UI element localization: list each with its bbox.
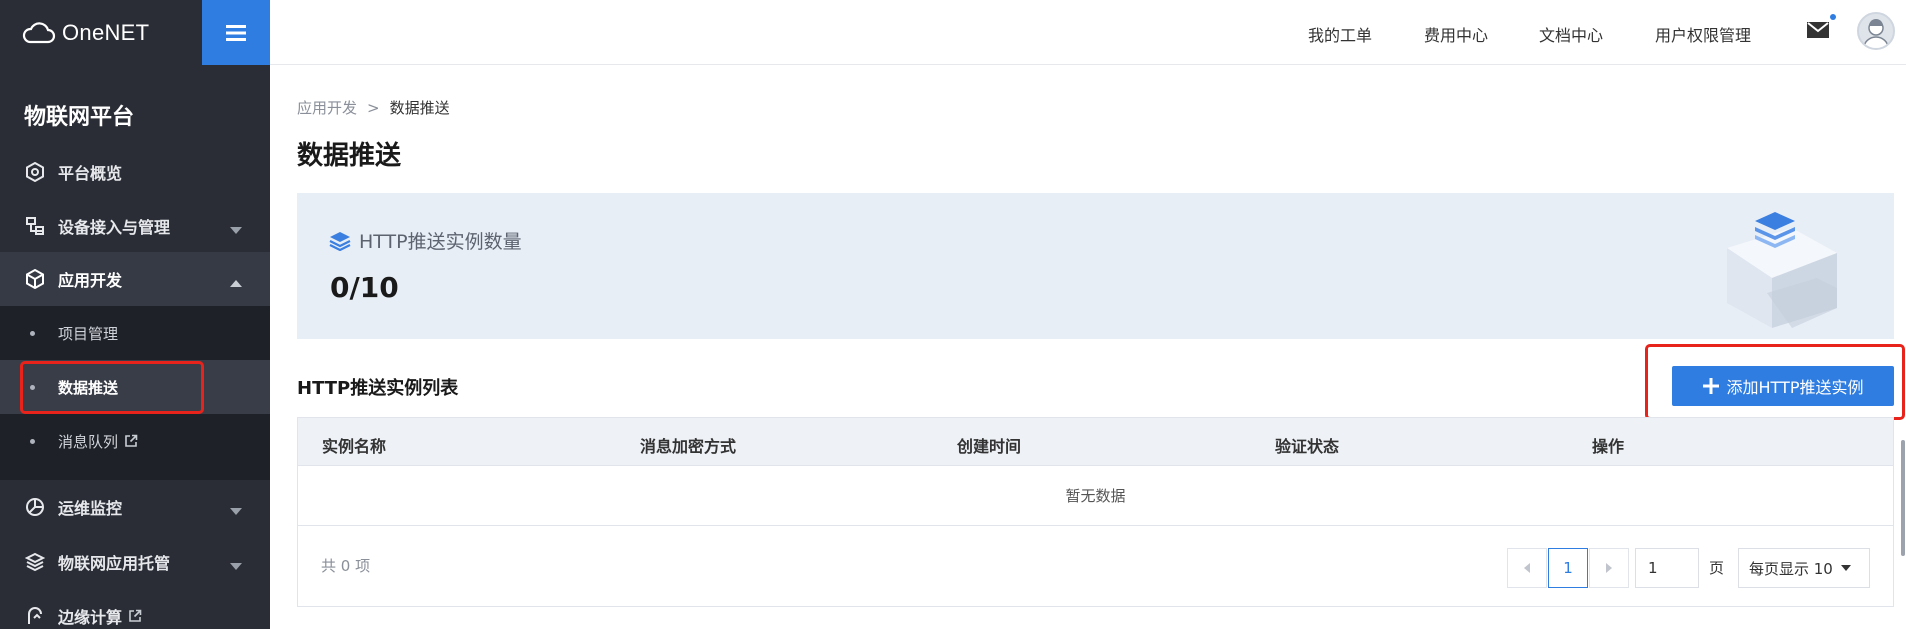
- add-button-label: 添加HTTP推送实例: [1726, 378, 1864, 397]
- sidebar-item-label: 应用开发: [58, 271, 123, 290]
- total-count: 共 0 项: [321, 557, 371, 575]
- header-link-billing[interactable]: 费用中心: [1424, 22, 1488, 46]
- chevron-right-icon: [1605, 563, 1613, 573]
- column-header-created-time: 创建时间: [957, 437, 1022, 456]
- chevron-down-icon: [230, 556, 242, 575]
- platform-overview-icon: [24, 161, 46, 183]
- page-size-value: 每页显示 10: [1749, 559, 1833, 578]
- mail-icon[interactable]: [1805, 19, 1831, 43]
- next-page-button[interactable]: [1589, 548, 1629, 588]
- sidebar-item-label: 边缘计算: [58, 608, 123, 627]
- sidebar-item-app-dev[interactable]: 应用开发: [0, 252, 270, 306]
- page-jump-input[interactable]: [1635, 548, 1699, 588]
- sidebar-item-device-access[interactable]: 设备接入与管理: [0, 199, 270, 253]
- logo[interactable]: OneNET: [0, 0, 202, 65]
- sidebar-subitem-message-queue[interactable]: 消息队列: [0, 414, 270, 468]
- header-link-tickets[interactable]: 我的工单: [1308, 22, 1372, 46]
- hosting-icon: [24, 551, 46, 573]
- breadcrumb-parent-link[interactable]: 应用开发: [297, 99, 357, 117]
- monitoring-icon: [24, 496, 46, 518]
- sidebar-subitem-label: 项目管理: [58, 324, 119, 343]
- page-unit-label: 页: [1709, 559, 1725, 577]
- chevron-up-icon: [230, 273, 242, 292]
- stats-label: HTTP推送实例数量: [329, 227, 522, 254]
- breadcrumb-separator: >: [367, 99, 380, 117]
- sidebar-item-label: 设备接入与管理: [58, 218, 171, 237]
- external-link-icon: [124, 434, 138, 448]
- column-header-name: 实例名称: [322, 437, 387, 456]
- bullet-dot: [30, 331, 35, 336]
- column-header-encryption: 消息加密方式: [640, 437, 737, 456]
- sidebar-item-app-hosting[interactable]: 物联网应用托管: [0, 535, 270, 589]
- page-size-select[interactable]: 每页显示 10: [1738, 548, 1870, 588]
- table-header: 实例名称 消息加密方式 创建时间 验证状态 操作: [298, 418, 1893, 466]
- scrollbar[interactable]: [1901, 440, 1905, 556]
- chevron-down-icon: [1840, 565, 1851, 571]
- cloud-logo-icon: [22, 20, 56, 46]
- sidebar-subitem-label: 数据推送: [58, 378, 119, 397]
- sidebar: OneNET 物联网平台 平台概览 设备接入与管理 应用开发 项目管理 数据推送…: [0, 0, 270, 629]
- column-header-verify-status: 验证状态: [1275, 437, 1340, 456]
- plus-icon: [1702, 378, 1719, 394]
- header-link-user-permissions[interactable]: 用户权限管理: [1655, 22, 1751, 46]
- layers-icon: [329, 231, 351, 251]
- add-http-push-instance-button[interactable]: 添加HTTP推送实例: [1672, 366, 1894, 406]
- stats-card: HTTP推送实例数量 0/10: [297, 193, 1894, 339]
- stats-value: 0/10: [330, 271, 399, 304]
- header-link-docs[interactable]: 文档中心: [1539, 22, 1603, 46]
- cube-illustration-icon: [1707, 208, 1857, 333]
- chevron-down-icon: [230, 501, 242, 520]
- instances-table: 实例名称 消息加密方式 创建时间 验证状态 操作 暂无数据 共 0 项 1 页 …: [297, 417, 1894, 607]
- breadcrumb-current: 数据推送: [389, 99, 450, 117]
- platform-title: 物联网平台: [24, 105, 135, 130]
- sidebar-subitem-data-push[interactable]: 数据推送: [0, 360, 270, 414]
- empty-state: 暂无数据: [298, 466, 1893, 526]
- breadcrumb: 应用开发 > 数据推送: [297, 97, 450, 118]
- chevron-left-icon: [1523, 563, 1531, 573]
- sidebar-item-platform-overview[interactable]: 平台概览: [0, 145, 270, 199]
- external-link-icon: [128, 609, 142, 623]
- edge-computing-icon: [24, 605, 46, 627]
- list-title: HTTP推送实例列表: [297, 378, 459, 399]
- sidebar-item-label: 物联网应用托管: [58, 554, 171, 573]
- sidebar-item-monitoring[interactable]: 运维监控: [0, 480, 270, 534]
- logo-text: OneNET: [62, 19, 150, 45]
- menu-toggle-button[interactable]: [202, 0, 270, 65]
- chevron-down-icon: [230, 220, 242, 239]
- table-footer: 共 0 项 1 页 每页显示 10: [298, 527, 1893, 607]
- bullet-dot: [30, 385, 35, 390]
- avatar[interactable]: [1857, 12, 1895, 50]
- notification-dot: [1830, 14, 1836, 20]
- device-access-icon: [24, 215, 46, 237]
- prev-page-button[interactable]: [1507, 548, 1547, 588]
- sidebar-subitem-project-management[interactable]: 项目管理: [0, 306, 270, 360]
- column-header-actions: 操作: [1592, 437, 1625, 456]
- app-dev-icon: [24, 268, 46, 290]
- page-button-current[interactable]: 1: [1548, 548, 1588, 588]
- sidebar-item-label: 运维监控: [58, 499, 123, 518]
- stats-label-text: HTTP推送实例数量: [359, 231, 522, 253]
- sidebar-subnav: 项目管理 数据推送 消息队列: [0, 306, 270, 480]
- page-title: 数据推送: [297, 141, 402, 171]
- hamburger-icon: [225, 22, 247, 44]
- sidebar-item-label: 平台概览: [58, 164, 123, 183]
- bullet-dot: [30, 439, 35, 444]
- sidebar-item-edge-computing[interactable]: 边缘计算: [0, 589, 270, 629]
- sidebar-subitem-label: 消息队列: [58, 432, 119, 451]
